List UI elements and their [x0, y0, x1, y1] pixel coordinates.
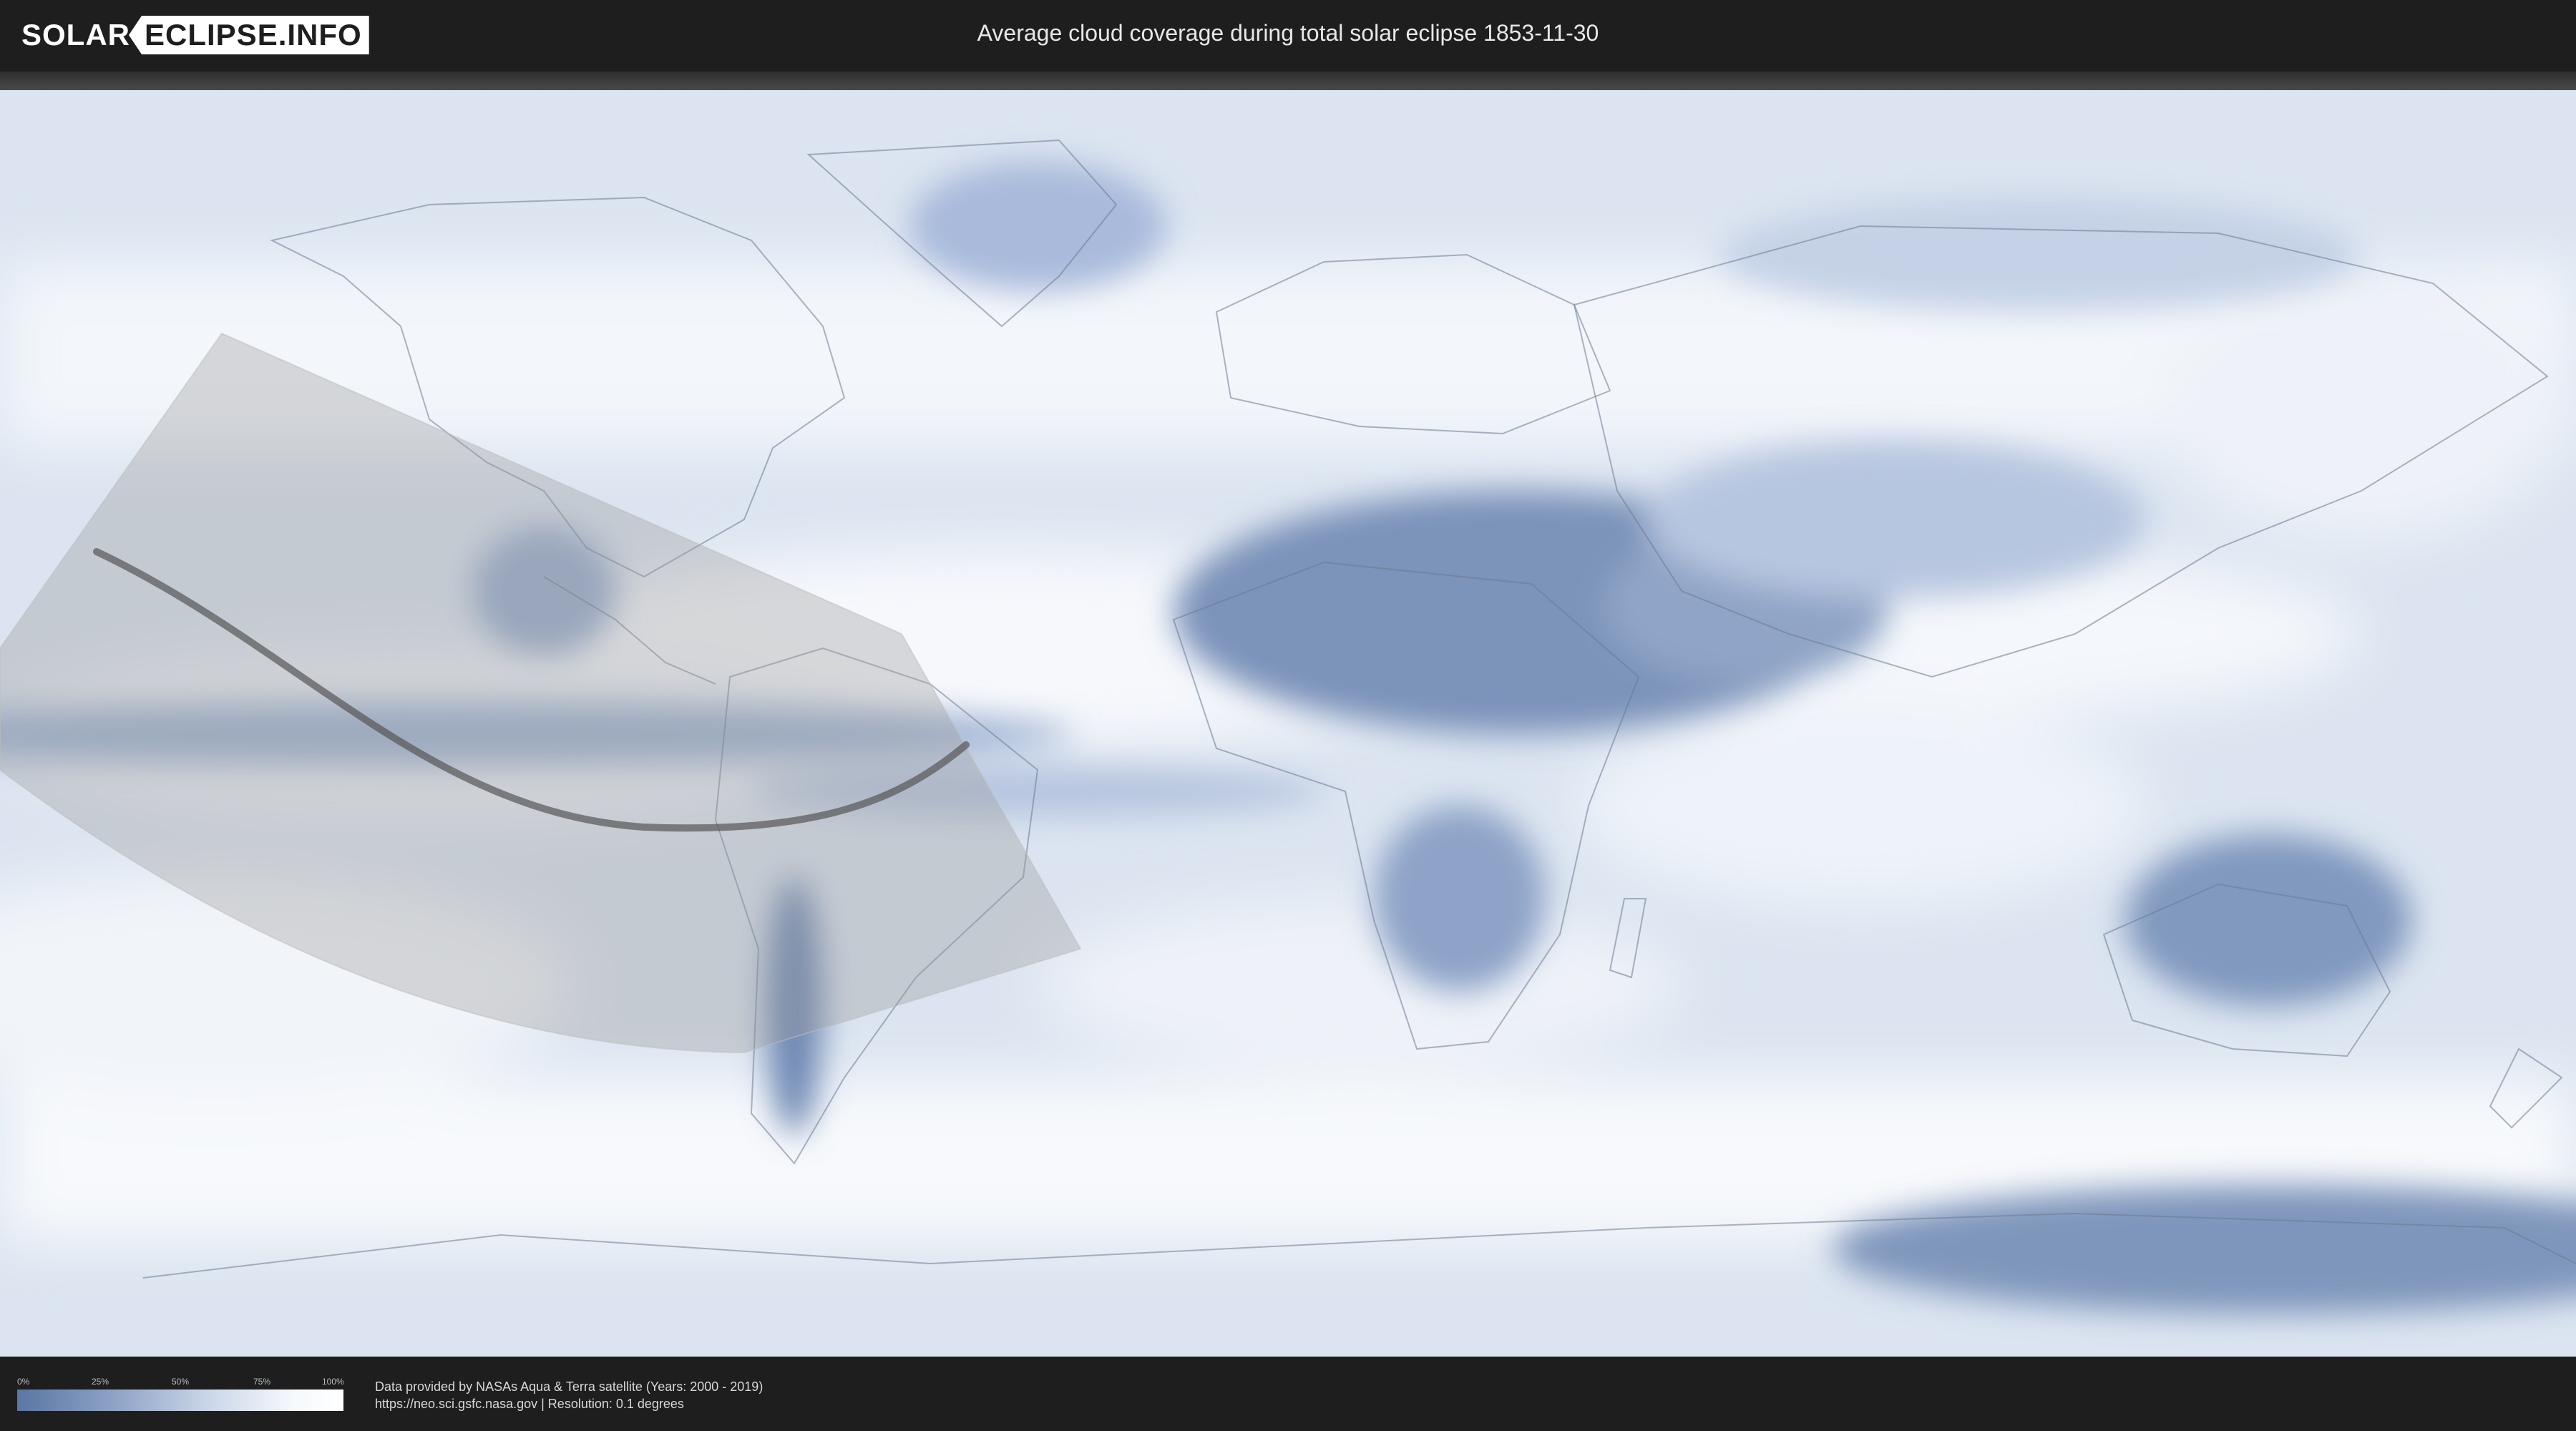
legend-tick-0: 0%: [17, 1377, 30, 1387]
legend-tick-50: 50%: [172, 1377, 190, 1387]
legend-tick-25: 25%: [92, 1377, 109, 1387]
legend-ticks: 0% 25% 50% 75% 100%: [17, 1377, 344, 1388]
legend-gradient-bar: [17, 1390, 343, 1411]
data-credit: Data provided by NASAs Aqua & Terra sate…: [375, 1378, 763, 1412]
footer-bar: 0% 25% 50% 75% 100% Data provided by NAS…: [0, 1357, 2576, 1431]
header-bar: SOLAR ECLIPSE.INFO Average cloud coverag…: [0, 0, 2576, 72]
credit-line-url[interactable]: https://neo.sci.gsfc.nasa.gov | Resoluti…: [375, 1395, 763, 1412]
legend-tick-100: 100%: [322, 1377, 344, 1387]
coverage-legend: 0% 25% 50% 75% 100%: [17, 1377, 344, 1411]
world-map-svg: [0, 90, 2576, 1357]
credit-line-source: Data provided by NASAs Aqua & Terra sate…: [375, 1379, 763, 1394]
cloud-coverage-map[interactable]: [0, 90, 2576, 1357]
header-divider: [0, 72, 2576, 90]
legend-tick-75: 75%: [253, 1377, 271, 1387]
page-title: Average cloud coverage during total sola…: [977, 20, 1599, 46]
